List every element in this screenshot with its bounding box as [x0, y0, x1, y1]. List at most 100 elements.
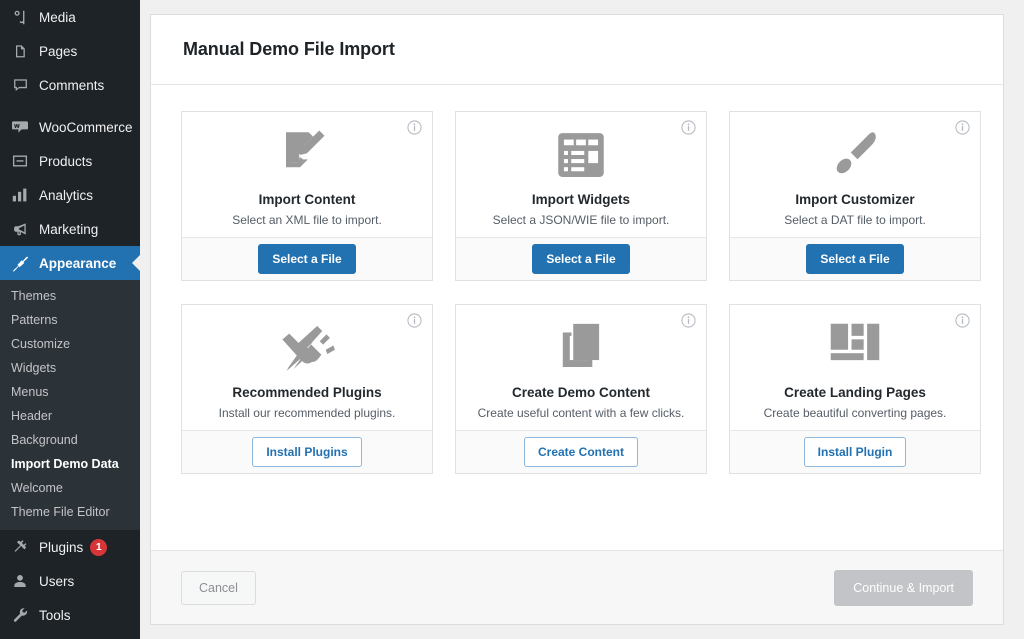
sidebar-item-media[interactable]: Media	[0, 0, 140, 34]
document-pencil-icon	[279, 126, 335, 184]
submenu-item-welcome[interactable]: Welcome	[0, 476, 140, 500]
widgets-icon	[555, 126, 607, 184]
sidebar-item-tools[interactable]: Tools	[0, 598, 140, 632]
sidebar-item-label: Pages	[39, 44, 77, 59]
cancel-button[interactable]: Cancel	[181, 571, 256, 605]
sidebar-item-label: Marketing	[39, 222, 98, 237]
card-description: Install our recommended plugins.	[219, 406, 396, 420]
current-menu-arrow-icon	[132, 255, 140, 271]
import-panel: Manual Demo File Import Import ContentSe…	[150, 14, 1004, 625]
info-icon[interactable]	[681, 120, 696, 135]
products-icon	[9, 151, 31, 171]
submenu-item-menus[interactable]: Menus	[0, 380, 140, 404]
sidebar-item-settings[interactable]: Settings	[0, 632, 140, 639]
submenu-item-theme-file-editor[interactable]: Theme File Editor	[0, 500, 140, 524]
sidebar-item-label: Comments	[39, 78, 104, 93]
sidebar-bottom-menu: Plugins1UsersToolsSettingsACF	[0, 530, 140, 639]
comments-icon	[9, 75, 31, 95]
sidebar-item-pages[interactable]: Pages	[0, 34, 140, 68]
users-icon	[9, 571, 31, 591]
panel-footer: Cancel Continue & Import	[151, 550, 1003, 624]
card-footer: Select a File	[182, 237, 432, 280]
panel-header: Manual Demo File Import	[151, 15, 1003, 85]
media-icon	[9, 7, 31, 27]
info-icon[interactable]	[407, 120, 422, 135]
sidebar-item-label: Media	[39, 10, 76, 25]
sidebar-item-label: Analytics	[39, 188, 93, 203]
card-title: Import Customizer	[795, 192, 914, 207]
submenu-item-themes[interactable]: Themes	[0, 284, 140, 308]
card-main: Recommended Plugins Install our recommend…	[182, 305, 432, 430]
appearance-icon	[9, 253, 31, 273]
sidebar-item-comments[interactable]: Comments	[0, 68, 140, 102]
import-card-grid: Import ContentSelect an XML file to impo…	[181, 111, 973, 474]
sidebar-item-label: Products	[39, 154, 92, 169]
card-footer: Select a File	[730, 237, 980, 280]
info-icon[interactable]	[407, 313, 422, 328]
card-description: Select a DAT file to import.	[784, 213, 926, 227]
submenu-item-widgets[interactable]: Widgets	[0, 356, 140, 380]
info-icon[interactable]	[955, 313, 970, 328]
card-title: Import Content	[259, 192, 356, 207]
card-description: Create useful content with a few clicks.	[478, 406, 685, 420]
select-file-button-customizer[interactable]: Select a File	[806, 244, 903, 274]
card-description: Create beautiful converting pages.	[764, 406, 947, 420]
card-main: Create Landing PagesCreate beautiful con…	[730, 305, 980, 430]
update-count-badge: 1	[90, 539, 107, 556]
submenu-item-header[interactable]: Header	[0, 404, 140, 428]
info-icon[interactable]	[955, 120, 970, 135]
admin-sidebar: Media Pages Comments WooCommerce Products Ana…	[0, 0, 140, 639]
import-card: Recommended Plugins Install our recommend…	[181, 304, 433, 474]
select-file-button-content[interactable]: Select a File	[258, 244, 355, 274]
pages-icon	[9, 41, 31, 61]
analytics-icon	[9, 185, 31, 205]
sidebar-item-products[interactable]: Products	[0, 144, 140, 178]
card-main: Create Demo Content Create useful content…	[456, 305, 706, 430]
install-plugin-button[interactable]: Install Plugin	[804, 437, 907, 467]
card-footer: Install Plugins	[182, 430, 432, 473]
install-plugins-button[interactable]: Install Plugins	[252, 437, 361, 467]
card-title: Recommended Plugins	[232, 385, 381, 400]
import-card: Import ContentSelect an XML file to impo…	[181, 111, 433, 281]
card-footer: Install Plugin	[730, 430, 980, 473]
sidebar-item-users[interactable]: Users	[0, 564, 140, 598]
submenu-item-customize[interactable]: Customize	[0, 332, 140, 356]
continue-import-button[interactable]: Continue & Import	[834, 570, 973, 606]
sidebar-item-label: Plugins	[39, 540, 83, 555]
card-footer: Create Content	[456, 430, 706, 473]
card-description: Select a JSON/WIE file to import.	[493, 213, 670, 227]
import-card: Create Landing PagesCreate beautiful con…	[729, 304, 981, 474]
card-main: Import Widgets Select a JSON/WIE file to …	[456, 112, 706, 237]
layout-blocks-icon	[829, 319, 881, 377]
sidebar-item-label: Appearance	[39, 256, 116, 271]
sidebar-item-woocommerce[interactable]: WooCommerce	[0, 110, 140, 144]
submenu-item-import-demo-data[interactable]: Import Demo Data	[0, 452, 140, 476]
card-main: Import ContentSelect an XML file to impo…	[182, 112, 432, 237]
card-title: Import Widgets	[532, 192, 630, 207]
pages-stack-icon	[556, 319, 606, 377]
wp-admin-screen: Media Pages Comments WooCommerce Products Ana…	[0, 0, 1024, 639]
card-title: Create Demo Content	[512, 385, 650, 400]
sidebar-item-analytics[interactable]: Analytics	[0, 178, 140, 212]
sidebar-top-menu: Media Pages Comments WooCommerce Products Ana…	[0, 0, 140, 280]
import-card: Import Widgets Select a JSON/WIE file to …	[455, 111, 707, 281]
sidebar-item-label: WooCommerce	[39, 120, 133, 135]
plugins-icon	[9, 537, 31, 557]
woocommerce-icon	[9, 117, 31, 137]
sidebar-item-label: Tools	[39, 608, 71, 623]
create-content-button[interactable]: Create Content	[524, 437, 638, 467]
sidebar-item-label: Users	[39, 574, 74, 589]
import-card: Create Demo Content Create useful content…	[455, 304, 707, 474]
info-icon[interactable]	[681, 313, 696, 328]
submenu-item-background[interactable]: Background	[0, 428, 140, 452]
select-file-button-widgets[interactable]: Select a File	[532, 244, 629, 274]
sidebar-item-appearance[interactable]: Appearance	[0, 246, 140, 280]
main-content: Manual Demo File Import Import ContentSe…	[140, 0, 1024, 639]
paintbrush-icon	[828, 126, 882, 184]
menu-separator	[0, 102, 140, 110]
plug-check-icon	[279, 319, 335, 377]
submenu-item-patterns[interactable]: Patterns	[0, 308, 140, 332]
sidebar-item-plugins[interactable]: Plugins 1	[0, 530, 140, 564]
marketing-icon	[9, 219, 31, 239]
sidebar-item-marketing[interactable]: Marketing	[0, 212, 140, 246]
